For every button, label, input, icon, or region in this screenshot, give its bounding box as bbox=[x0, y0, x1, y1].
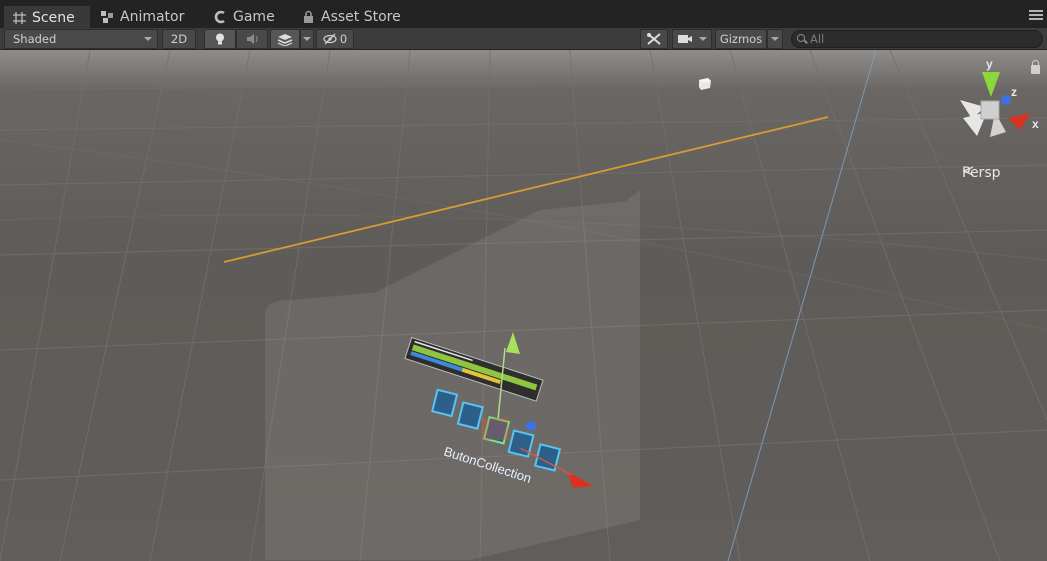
tab-scene[interactable]: Scene bbox=[4, 6, 90, 28]
camera-settings-dropdown[interactable] bbox=[672, 29, 712, 49]
perspective-toggle[interactable]: Persp bbox=[962, 165, 1001, 181]
tab-animator-label: Animator bbox=[120, 9, 185, 25]
game-icon bbox=[213, 10, 228, 24]
move-gizmo-z-handle[interactable] bbox=[526, 421, 536, 431]
lightbulb-icon bbox=[216, 33, 224, 45]
chevron-down-icon bbox=[699, 37, 707, 41]
2d-toggle-button[interactable]: 2D bbox=[162, 29, 196, 49]
gizmo-cube[interactable] bbox=[980, 100, 1000, 120]
layers-icon bbox=[277, 34, 293, 46]
chevron-down-icon bbox=[144, 37, 152, 41]
scene-canvas: ButonCollection y z x bbox=[0, 50, 1047, 561]
search-icon bbox=[797, 34, 805, 42]
lighting-toggle-button[interactable] bbox=[204, 29, 236, 49]
search-placeholder: All bbox=[810, 32, 825, 46]
camera-icon bbox=[678, 35, 692, 43]
gizmos-button[interactable]: Gizmos bbox=[715, 29, 767, 49]
lock-icon[interactable] bbox=[1031, 60, 1040, 74]
scene-viewport[interactable]: ButonCollection y z x Persp bbox=[0, 50, 1047, 561]
scene-search-input[interactable]: All bbox=[791, 30, 1043, 48]
selection-box bbox=[482, 418, 508, 440]
chevron-down-icon bbox=[771, 37, 779, 41]
draw-mode-dropdown[interactable]: Shaded bbox=[4, 29, 158, 49]
tab-asset-store-label: Asset Store bbox=[321, 9, 401, 25]
gizmo-x-label: x bbox=[1032, 117, 1039, 131]
tab-menu-icon[interactable] bbox=[1029, 10, 1043, 22]
scene-toolbar: Shaded 2D 0 Gizmos All bbox=[0, 28, 1047, 50]
tools-icon bbox=[647, 33, 661, 45]
gizmos-dropdown[interactable] bbox=[767, 29, 783, 49]
chevron-down-icon bbox=[303, 37, 311, 41]
tab-game-label: Game bbox=[233, 9, 275, 25]
lock-icon bbox=[301, 10, 316, 24]
gizmo-z-label: z bbox=[1011, 85, 1017, 99]
effects-toggle-button[interactable] bbox=[270, 29, 300, 49]
gizmos-label: Gizmos bbox=[719, 32, 763, 46]
grid-icon bbox=[12, 11, 27, 25]
tab-scene-label: Scene bbox=[32, 10, 75, 26]
tab-asset-store[interactable]: Asset Store bbox=[293, 6, 409, 28]
tab-game[interactable]: Game bbox=[205, 6, 283, 28]
tools-button[interactable] bbox=[640, 29, 668, 49]
hidden-count: 0 bbox=[339, 32, 348, 46]
hidden-objects-button[interactable]: 0 bbox=[316, 29, 354, 49]
effects-dropdown[interactable] bbox=[300, 29, 314, 49]
2d-label: 2D bbox=[170, 32, 188, 46]
animator-icon bbox=[100, 10, 115, 24]
speaker-icon bbox=[247, 34, 258, 44]
tab-animator[interactable]: Animator bbox=[92, 6, 192, 28]
perspective-icon bbox=[962, 166, 974, 176]
audio-toggle-button[interactable] bbox=[236, 29, 268, 49]
gizmo-z-handle[interactable] bbox=[1001, 95, 1011, 105]
draw-mode-label: Shaded bbox=[13, 32, 57, 46]
gizmo-y-label: y bbox=[986, 57, 993, 71]
eye-slash-icon bbox=[323, 33, 337, 45]
window-tab-bar: Scene Animator Game Asset Store bbox=[0, 0, 1047, 28]
